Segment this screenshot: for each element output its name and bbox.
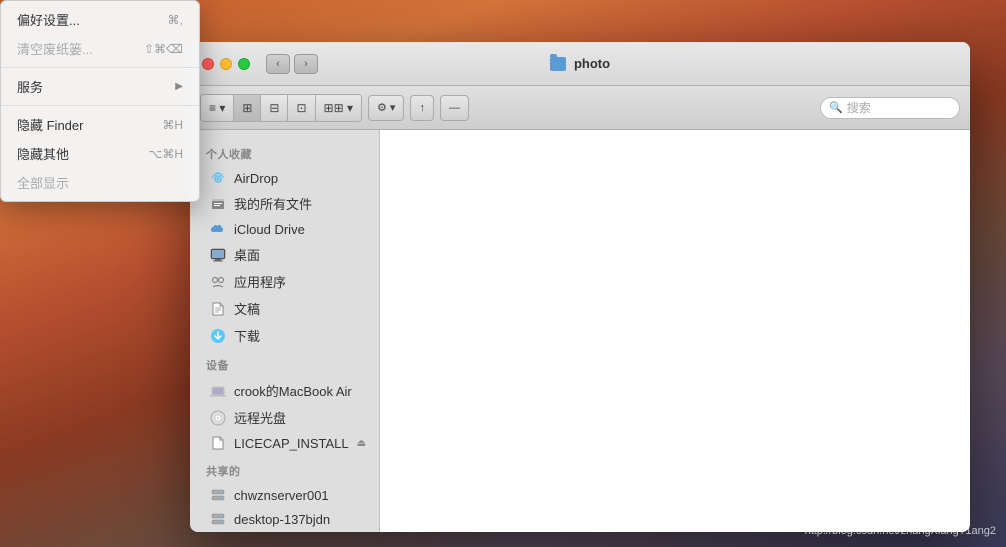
title-bar: ‹ › photo <box>190 42 970 86</box>
empty-trash-label: 清空废纸篓... <box>17 39 128 58</box>
downloads-icon <box>210 328 226 344</box>
menu-divider-2 <box>1 105 199 106</box>
search-box[interactable]: 🔍 搜索 <box>820 97 960 119</box>
server1-label: chwznserver001 <box>234 488 329 503</box>
sidebar-item-airdrop[interactable]: AirDrop <box>194 166 375 190</box>
installer-label: LICECAP_INSTALL <box>234 436 349 451</box>
sidebar-item-docs[interactable]: 文稿 <box>194 295 375 322</box>
menu-divider-1 <box>1 67 199 68</box>
nav-buttons: ‹ › <box>266 54 318 74</box>
eject-icon[interactable]: ⏏ <box>357 438 366 449</box>
sidebar-item-server3[interactable]: desktop-adehm21 <box>194 531 375 532</box>
view-cover-btn[interactable]: ⊡ <box>288 95 315 121</box>
sidebar-item-desktop[interactable]: 桌面 <box>194 241 375 268</box>
hide-others-label: 隐藏其他 <box>17 144 133 163</box>
window-title: photo <box>574 56 610 71</box>
sidebar-item-macbook[interactable]: crook的MacBook Air <box>194 377 375 404</box>
view-mode-group: ≡ ▾ ⊞ ⊟ ⊡ ⊞⊞ ▾ <box>200 94 362 122</box>
menu-item-show-all: 全部显示 <box>1 168 199 197</box>
menu-item-hide-finder[interactable]: 隐藏 Finder ⌘H <box>1 110 199 139</box>
menu-item-services[interactable]: 服务 ▶ <box>1 72 199 101</box>
installer-icon <box>210 435 226 451</box>
main-content: 个人收藏 AirDrop <box>190 130 970 532</box>
icloud-label: iCloud Drive <box>234 222 305 237</box>
icloud-icon <box>210 221 226 237</box>
forward-button[interactable]: › <box>294 54 318 74</box>
back-button[interactable]: ‹ <box>266 54 290 74</box>
macbook-icon <box>210 383 226 399</box>
macbook-label: crook的MacBook Air <box>234 381 352 400</box>
docs-label: 文稿 <box>234 299 260 318</box>
finder-window: ‹ › photo ≡ ▾ ⊞ ⊟ ⊡ ⊞⊞ ▾ ⚙ ▾ ↑ — 🔍 搜索 个人… <box>190 42 970 532</box>
preferences-shortcut: ⌘, <box>168 13 183 27</box>
downloads-label: 下载 <box>234 326 260 345</box>
server1-icon <box>210 487 226 503</box>
sidebar-item-installer[interactable]: LICECAP_INSTALL ⏏ <box>194 431 375 455</box>
sidebar-item-server1[interactable]: chwznserver001 <box>194 483 375 507</box>
sidebar-item-server2[interactable]: desktop-137bjdn <box>194 507 375 531</box>
menu-item-hide-others[interactable]: 隐藏其他 ⌥⌘H <box>1 139 199 168</box>
sidebar-item-downloads[interactable]: 下载 <box>194 322 375 349</box>
apps-label: 应用程序 <box>234 272 286 291</box>
view-icon-btn[interactable]: ⊞ <box>234 95 261 121</box>
file-content-area <box>380 130 970 532</box>
share-button[interactable]: ↑ <box>410 95 434 121</box>
apps-icon <box>210 274 226 290</box>
myfiles-icon <box>210 196 226 212</box>
docs-icon <box>210 301 226 317</box>
personal-section-header: 个人收藏 <box>190 138 379 166</box>
empty-trash-shortcut: ⇧⌘⌫ <box>144 42 183 56</box>
view-list-btn[interactable]: ≡ ▾ <box>201 95 234 121</box>
remotedvd-label: 远程光盘 <box>234 408 286 427</box>
sidebar: 个人收藏 AirDrop <box>190 130 380 532</box>
desktop-label: 桌面 <box>234 245 260 264</box>
search-placeholder: 搜索 <box>847 99 871 116</box>
toolbar: ≡ ▾ ⊞ ⊟ ⊡ ⊞⊞ ▾ ⚙ ▾ ↑ — 🔍 搜索 <box>190 86 970 130</box>
myfiles-label: 我的所有文件 <box>234 194 312 213</box>
view-column-btn[interactable]: ⊟ <box>261 95 288 121</box>
show-all-label: 全部显示 <box>17 173 183 192</box>
close-button[interactable] <box>202 58 214 70</box>
services-label: 服务 <box>17 77 175 96</box>
window-title-area: photo <box>550 56 610 71</box>
sidebar-item-remotedvd[interactable]: 远程光盘 <box>194 404 375 431</box>
sidebar-item-icloud[interactable]: iCloud Drive <box>194 217 375 241</box>
traffic-lights <box>202 58 250 70</box>
menu-item-empty-trash: 清空废纸篓... ⇧⌘⌫ <box>1 34 199 63</box>
hide-finder-label: 隐藏 Finder <box>17 115 146 134</box>
server2-icon <box>210 511 226 527</box>
dvd-icon <box>210 410 226 426</box>
desktop-icon <box>210 247 226 263</box>
folder-icon <box>550 57 566 71</box>
airdrop-label: AirDrop <box>234 171 278 186</box>
menu-item-preferences[interactable]: 偏好设置... ⌘, <box>1 5 199 34</box>
sidebar-item-myfiles[interactable]: 我的所有文件 <box>194 190 375 217</box>
devices-section-header: 设备 <box>190 349 379 377</box>
tag-button[interactable]: — <box>440 95 469 121</box>
maximize-button[interactable] <box>238 58 250 70</box>
search-icon: 🔍 <box>829 101 843 114</box>
finder-menu: 偏好设置... ⌘, 清空废纸篓... ⇧⌘⌫ 服务 ▶ 隐藏 Finder ⌘… <box>0 0 200 202</box>
airdrop-icon <box>210 170 226 186</box>
services-arrow: ▶ <box>175 81 183 92</box>
action-button[interactable]: ⚙ ▾ <box>368 95 404 121</box>
hide-finder-shortcut: ⌘H <box>162 118 183 132</box>
preferences-label: 偏好设置... <box>17 10 152 29</box>
hide-others-shortcut: ⌥⌘H <box>149 147 184 161</box>
watermark: http://blog.csdn.net/zhangXiangT1ang2 <box>805 525 996 537</box>
sidebar-item-apps[interactable]: 应用程序 <box>194 268 375 295</box>
view-gallery-btn[interactable]: ⊞⊞ ▾ <box>316 95 361 121</box>
server2-label: desktop-137bjdn <box>234 512 330 527</box>
minimize-button[interactable] <box>220 58 232 70</box>
shared-section-header: 共享的 <box>190 455 379 483</box>
